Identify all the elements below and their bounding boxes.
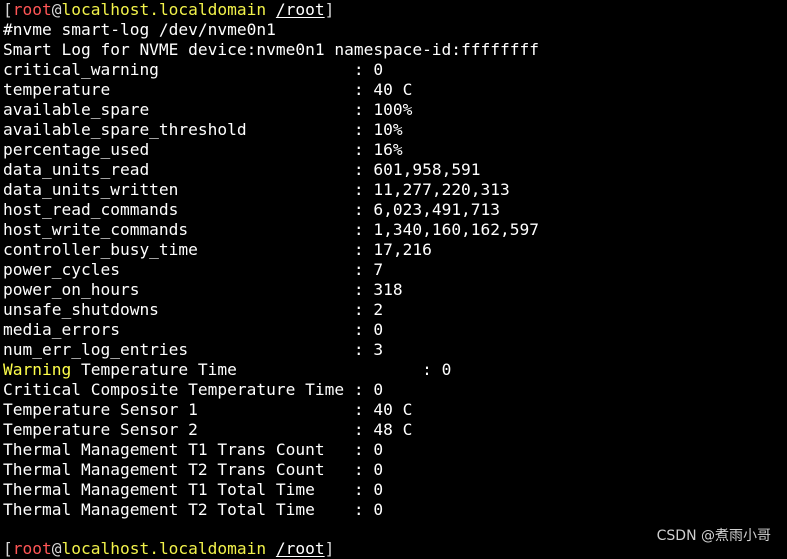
row-value: : 0: [353, 60, 384, 79]
smart-log-header: Smart Log for NVME device:nvme0n1 namesp…: [3, 40, 540, 59]
row-label: Temperature Sensor 2: [3, 420, 354, 439]
row-label: media_errors: [3, 320, 354, 339]
row-label: available_spare: [3, 100, 354, 119]
row-value: : 0: [353, 440, 384, 459]
smart-log-row: num_err_log_entries : 3: [3, 340, 787, 360]
smart-log-row: Temperature Sensor 1 : 40 C: [3, 400, 787, 420]
prompt-host: localhost.localdomain: [61, 539, 267, 558]
smart-log-row: power_cycles : 7: [3, 260, 787, 280]
row-value: : 40 C: [353, 400, 413, 419]
prompt-open-bracket: [: [3, 539, 13, 558]
row-label: data_units_read: [3, 160, 354, 179]
row-label: host_read_commands: [3, 200, 354, 219]
row-label: Critical Composite Temperature Time: [3, 380, 354, 399]
smart-log-row: critical_warning : 0: [3, 60, 787, 80]
smart-log-row: Temperature Sensor 2 : 48 C: [3, 420, 787, 440]
row-label: Thermal Management T2 Trans Count: [3, 460, 354, 479]
smart-log-row: percentage_used : 16%: [3, 140, 787, 160]
prompt-open-bracket: [: [3, 0, 13, 19]
smart-log-table: critical_warning : 0 temperature : 40 C …: [3, 60, 787, 520]
prompt-path: /root: [275, 0, 325, 19]
terminal-output[interactable]: [root@localhost.localdomain /root] #nvme…: [3, 0, 787, 555]
prompt-user: root: [12, 539, 52, 558]
row-value: : 2: [353, 300, 384, 319]
row-value: : 0: [353, 460, 384, 479]
row-label: available_spare_threshold: [3, 120, 354, 139]
row-label: Thermal Management T2 Total Time: [3, 500, 354, 519]
row-label: percentage_used: [3, 140, 354, 159]
row-value: : 7: [353, 260, 384, 279]
row-value: : 318: [353, 280, 403, 299]
row-value: : 40 C: [353, 80, 413, 99]
row-label: Temperature Time: [71, 360, 423, 379]
smart-log-row: Thermal Management T1 Total Time : 0: [3, 480, 787, 500]
smart-log-row: Thermal Management T2 Trans Count : 0: [3, 460, 787, 480]
smart-log-row: available_spare_threshold : 10%: [3, 120, 787, 140]
row-value: : 601,958,591: [353, 160, 481, 179]
row-value: : 48 C: [353, 420, 413, 439]
warning-highlight: Warning: [3, 360, 72, 379]
row-value: : 16%: [353, 140, 403, 159]
smart-log-row: Thermal Management T2 Total Time : 0: [3, 500, 787, 520]
row-label: unsafe_shutdowns: [3, 300, 354, 319]
smart-log-row: controller_busy_time : 17,216: [3, 240, 787, 260]
smart-log-row: data_units_read : 601,958,591: [3, 160, 787, 180]
prompt-close-bracket: ]: [324, 539, 335, 558]
row-value: : 1,340,160,162,597: [353, 220, 540, 239]
row-label: power_on_hours: [3, 280, 354, 299]
prompt-user: root: [12, 0, 52, 19]
row-label: Thermal Management T1 Trans Count: [3, 440, 354, 459]
csdn-watermark: CSDN @煮雨小哥: [656, 528, 771, 544]
smart-log-row: host_write_commands : 1,340,160,162,597: [3, 220, 787, 240]
row-label: Temperature Sensor 1: [3, 400, 354, 419]
smart-log-row-warning-temperature-time: Warning Temperature Time : 0: [3, 360, 787, 380]
row-value: : 100%: [353, 100, 413, 119]
shell-prompt-bottom: [root@localhost.localdomain /root]: [3, 539, 334, 559]
row-label: Thermal Management T1 Total Time: [3, 480, 354, 499]
row-value: : 0: [422, 360, 452, 379]
smart-log-row: data_units_written : 11,277,220,313: [3, 180, 787, 200]
row-label: controller_busy_time: [3, 240, 354, 259]
prompt-close-bracket: ]: [324, 0, 335, 19]
row-value: : 17,216: [353, 240, 432, 259]
smart-log-row: host_read_commands : 6,023,491,713: [3, 200, 787, 220]
row-value: : 6,023,491,713: [353, 200, 501, 219]
smart-log-row: Thermal Management T1 Trans Count : 0: [3, 440, 787, 460]
smart-log-row: power_on_hours : 318: [3, 280, 787, 300]
smart-log-row: media_errors : 0: [3, 320, 787, 340]
row-label: num_err_log_entries: [3, 340, 354, 359]
row-label: data_units_written: [3, 180, 354, 199]
row-value: : 10%: [353, 120, 403, 139]
row-label: temperature: [3, 80, 354, 99]
row-value: : 0: [353, 480, 384, 499]
row-value: : 0: [353, 320, 384, 339]
smart-log-row: temperature : 40 C: [3, 80, 787, 100]
prompt-path: /root: [275, 539, 325, 558]
row-label: power_cycles: [3, 260, 354, 279]
row-value: : 0: [353, 380, 384, 399]
smart-log-row: Critical Composite Temperature Time : 0: [3, 380, 787, 400]
prompt-host: localhost.localdomain: [61, 0, 267, 19]
row-value: : 0: [353, 500, 384, 519]
row-value: : 11,277,220,313: [353, 180, 510, 199]
row-label: host_write_commands: [3, 220, 354, 239]
row-value: : 3: [353, 340, 384, 359]
command-line: #nvme smart-log /dev/nvme0n1: [3, 20, 276, 39]
smart-log-row: unsafe_shutdowns : 2: [3, 300, 787, 320]
shell-prompt: [root@localhost.localdomain /root]: [3, 0, 787, 20]
smart-log-row: available_spare : 100%: [3, 100, 787, 120]
row-label: critical_warning: [3, 60, 354, 79]
